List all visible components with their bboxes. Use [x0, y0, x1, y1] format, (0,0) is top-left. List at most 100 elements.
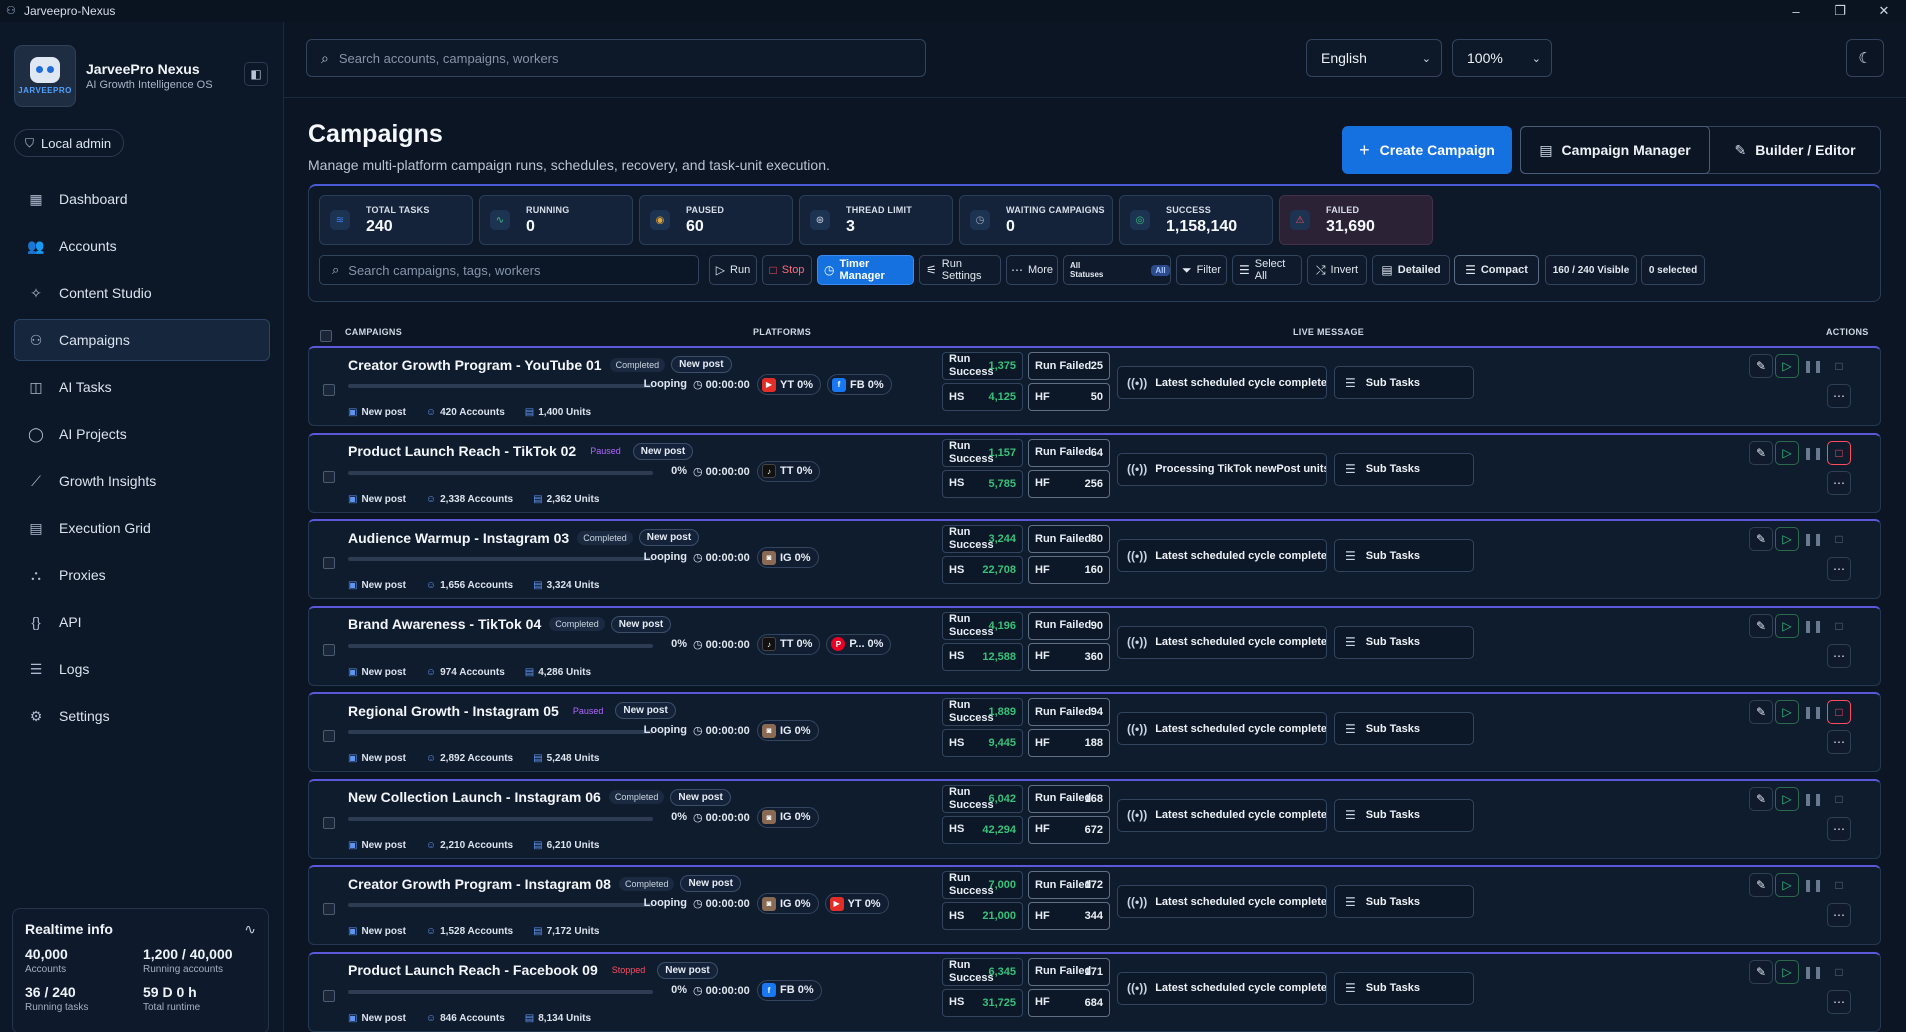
- sub-tasks-button[interactable]: ☰ Sub Tasks: [1334, 625, 1474, 659]
- pause-icon[interactable]: ❚❚: [1801, 873, 1825, 897]
- sidebar-item-settings[interactable]: ⚙ Settings: [14, 695, 270, 737]
- detailed-view-button[interactable]: ▤ Detailed: [1372, 255, 1450, 285]
- sidebar-item-campaigns[interactable]: ⚇ Campaigns: [14, 319, 270, 361]
- stop-icon[interactable]: □: [1827, 787, 1851, 811]
- builder-editor-button[interactable]: ✎ Builder / Editor: [1710, 127, 1880, 173]
- campaign-name[interactable]: Product Launch Reach - Facebook 09: [348, 962, 598, 978]
- play-icon[interactable]: ▷: [1775, 786, 1799, 811]
- close-icon[interactable]: ✕: [1862, 0, 1906, 22]
- edit-icon[interactable]: ✎: [1749, 959, 1773, 984]
- sidebar-item-logs[interactable]: ☰ Logs: [14, 648, 270, 690]
- row-checkbox[interactable]: [323, 557, 335, 569]
- more-dots-icon[interactable]: ⋯: [1827, 730, 1851, 754]
- sub-tasks-button[interactable]: ☰ Sub Tasks: [1334, 452, 1474, 486]
- create-campaign-button[interactable]: + Create Campaign: [1342, 126, 1512, 174]
- campaign-name[interactable]: Regional Growth - Instagram 05: [348, 703, 559, 719]
- more-dots-icon[interactable]: ⋯: [1827, 557, 1851, 581]
- edit-icon[interactable]: ✎: [1749, 786, 1773, 811]
- row-checkbox[interactable]: [323, 470, 335, 483]
- campaign-row[interactable]: Audience Warmup - Instagram 03 Completed N…: [308, 519, 1881, 599]
- sub-tasks-button[interactable]: ☰ Sub Tasks: [1334, 366, 1474, 399]
- platform-chip[interactable]: ◙ IG 0%: [757, 547, 819, 568]
- row-checkbox[interactable]: [323, 384, 335, 396]
- campaign-row[interactable]: Creator Growth Program - YouTube 01 Compl…: [308, 346, 1881, 426]
- pause-icon[interactable]: ❚❚: [1801, 614, 1825, 638]
- edit-icon[interactable]: ✎: [1749, 440, 1773, 465]
- stop-icon[interactable]: □: [1827, 440, 1851, 465]
- more-dots-icon[interactable]: ⋯: [1827, 903, 1851, 927]
- sidebar-item-accounts[interactable]: 👥 Accounts: [14, 225, 270, 267]
- sidebar-collapse-button[interactable]: ◧: [244, 62, 268, 86]
- play-icon[interactable]: ▷: [1775, 700, 1799, 724]
- filter-button[interactable]: ⏷ Filter: [1176, 255, 1227, 285]
- edit-icon[interactable]: ✎: [1749, 873, 1773, 897]
- campaign-name[interactable]: Creator Growth Program - YouTube 01: [348, 357, 602, 373]
- platform-chip[interactable]: ◙ IG 0%: [757, 806, 819, 828]
- row-checkbox[interactable]: [323, 643, 335, 656]
- global-search[interactable]: ⌕: [306, 39, 926, 77]
- pause-icon[interactable]: ❚❚: [1801, 700, 1825, 724]
- more-dots-icon[interactable]: ⋯: [1827, 384, 1851, 408]
- campaign-row[interactable]: New Collection Launch - Instagram 06 Comp…: [308, 778, 1881, 859]
- run-button[interactable]: ▷ Run: [709, 255, 757, 285]
- edit-icon[interactable]: ✎: [1749, 527, 1773, 551]
- stop-icon[interactable]: □: [1827, 354, 1851, 378]
- stop-icon[interactable]: □: [1827, 614, 1851, 638]
- more-dots-icon[interactable]: ⋯: [1827, 816, 1851, 841]
- platform-chip[interactable]: f FB 0%: [757, 979, 822, 1001]
- edit-icon[interactable]: ✎: [1749, 354, 1773, 378]
- sub-tasks-button[interactable]: ☰ Sub Tasks: [1334, 798, 1474, 832]
- sub-tasks-button[interactable]: ☰ Sub Tasks: [1334, 539, 1474, 572]
- minimize-icon[interactable]: –: [1774, 0, 1818, 22]
- play-icon[interactable]: ▷: [1775, 527, 1799, 551]
- edit-icon[interactable]: ✎: [1749, 613, 1773, 638]
- sidebar-item-api[interactable]: {} API: [14, 601, 270, 643]
- row-checkbox[interactable]: [323, 816, 335, 829]
- timer-manager-button[interactable]: ◷ Timer Manager: [817, 255, 914, 285]
- campaign-row[interactable]: Creator Growth Program - Instagram 08 Com…: [308, 865, 1881, 945]
- platform-chip[interactable]: ♪ TT 0%: [757, 460, 821, 482]
- row-checkbox[interactable]: [323, 903, 335, 915]
- more-button[interactable]: ⋯ More: [1006, 255, 1058, 285]
- platform-chip[interactable]: ▶ YT 0%: [824, 893, 889, 914]
- role-badge[interactable]: ⛉ Local admin: [14, 129, 125, 157]
- play-icon[interactable]: ▷: [1775, 354, 1799, 378]
- sidebar-item-content-studio[interactable]: ✧ Content Studio: [14, 272, 270, 314]
- more-dots-icon[interactable]: ⋯: [1827, 989, 1851, 1014]
- play-icon[interactable]: ▷: [1775, 440, 1799, 465]
- campaign-name[interactable]: Product Launch Reach - TikTok 02: [348, 443, 576, 459]
- sidebar-item-growth-insights[interactable]: ⟋ Growth Insights: [14, 460, 270, 502]
- sidebar-item-ai-tasks[interactable]: ◫ AI Tasks: [14, 366, 270, 408]
- run-settings-button[interactable]: ⚟ Run Settings: [919, 255, 1001, 285]
- sidebar-item-dashboard[interactable]: ▦ Dashboard: [14, 178, 270, 220]
- row-checkbox[interactable]: [323, 989, 335, 1002]
- play-icon[interactable]: ▷: [1775, 613, 1799, 638]
- stop-icon[interactable]: □: [1827, 527, 1851, 551]
- row-checkbox[interactable]: [323, 730, 335, 742]
- play-icon[interactable]: ▷: [1775, 959, 1799, 984]
- campaign-name[interactable]: Audience Warmup - Instagram 03: [348, 530, 569, 546]
- global-search-input[interactable]: [338, 50, 899, 66]
- stop-icon[interactable]: □: [1827, 700, 1851, 724]
- stop-button[interactable]: □ Stop: [762, 255, 812, 285]
- campaign-name[interactable]: New Collection Launch - Instagram 06: [348, 789, 601, 805]
- zoom-select[interactable]: 100% ⌄: [1452, 39, 1552, 77]
- platform-chip[interactable]: ◙ IG 0%: [757, 893, 819, 914]
- platform-chip[interactable]: f FB 0%: [827, 374, 892, 395]
- sidebar-item-ai-projects[interactable]: ◯ AI Projects: [14, 413, 270, 455]
- sidebar-item-proxies[interactable]: ⛬ Proxies: [14, 554, 270, 596]
- campaign-name[interactable]: Creator Growth Program - Instagram 08: [348, 876, 611, 892]
- campaign-search[interactable]: ⌕: [319, 255, 699, 285]
- more-dots-icon[interactable]: ⋯: [1827, 643, 1851, 668]
- campaign-row[interactable]: Product Launch Reach - Facebook 09 Stoppe…: [308, 951, 1881, 1032]
- stop-icon[interactable]: □: [1827, 873, 1851, 897]
- pause-icon[interactable]: ❚❚: [1801, 441, 1825, 465]
- select-all-checkbox[interactable]: [320, 330, 332, 342]
- more-dots-icon[interactable]: ⋯: [1827, 470, 1851, 495]
- campaign-row[interactable]: Regional Growth - Instagram 05 Paused New …: [308, 692, 1881, 772]
- platform-chip[interactable]: ♪ TT 0%: [757, 633, 821, 655]
- compact-view-button[interactable]: ☰ Compact: [1454, 255, 1539, 285]
- sub-tasks-button[interactable]: ☰ Sub Tasks: [1334, 971, 1474, 1005]
- status-filter-select[interactable]: All Statuses All ⌄: [1063, 255, 1184, 285]
- campaign-manager-button[interactable]: ▤ Campaign Manager: [1520, 126, 1710, 174]
